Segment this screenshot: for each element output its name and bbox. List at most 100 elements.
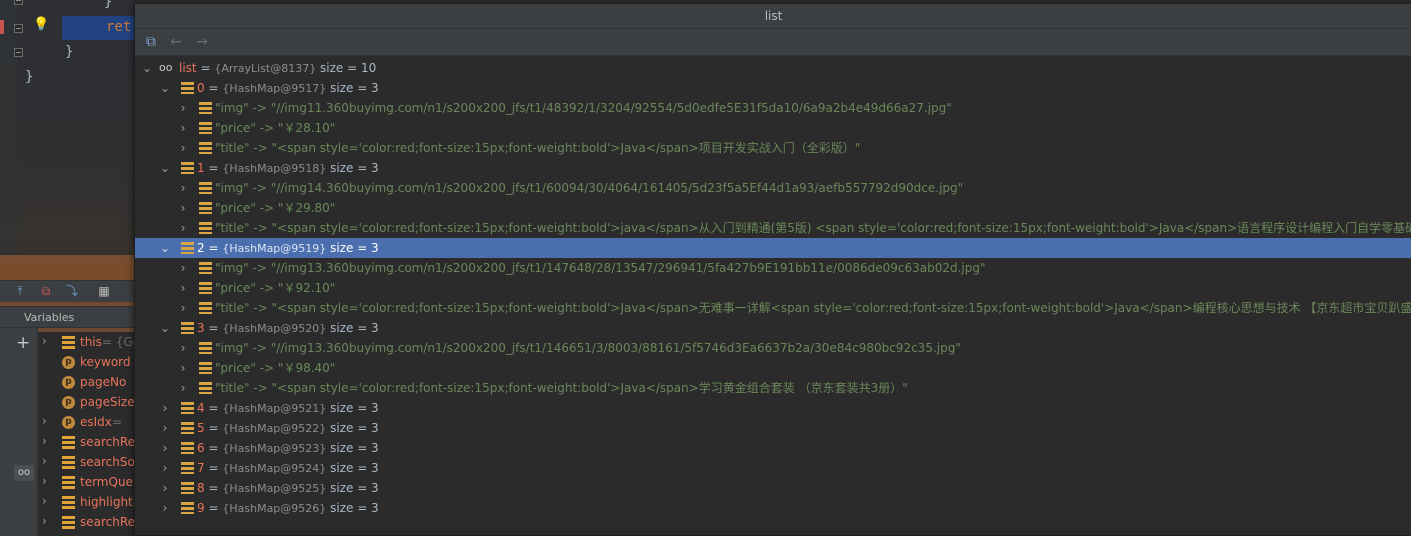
variable-row[interactable]: p pageSize (38, 392, 135, 412)
chevron-right-icon[interactable]: › (159, 478, 171, 498)
chevron-right-icon[interactable]: › (42, 434, 47, 448)
chevron-down-icon[interactable]: ⌄ (159, 238, 171, 258)
chevron-right-icon[interactable]: › (177, 138, 189, 158)
tree-row-entry[interactable]: › "title" -> "<span style='color:red;font… (135, 218, 1411, 238)
tree-row-item[interactable]: ⌄ 0 = {HashMap@9517} size = 3 (135, 78, 1411, 98)
step-out-icon[interactable]: ⤒ (12, 283, 28, 299)
tree-row-entry[interactable]: › "title" -> "<span style='color:red;font… (135, 138, 1411, 158)
tree-row-item[interactable]: › 4 = {HashMap@9521} size = 3 (135, 398, 1411, 418)
chevron-right-icon[interactable]: › (177, 198, 189, 218)
tree-row-entry[interactable]: › "img" -> "//img13.360buyimg.com/n1/s200… (135, 258, 1411, 278)
tree-row-root[interactable]: ⌄ oo list = {ArrayList@8137} size = 10 (135, 58, 1411, 78)
type-label: {HashMap@9526} (222, 502, 327, 515)
tree-row-item[interactable]: ⌄ 3 = {HashMap@9520} size = 3 (135, 318, 1411, 338)
popup-toolbar: ⧉ ← → (135, 29, 1411, 56)
popup-title-bar[interactable]: list (135, 4, 1411, 29)
field-icon (181, 82, 194, 94)
chevron-right-icon[interactable]: › (177, 258, 189, 278)
chevron-right-icon[interactable]: › (177, 278, 189, 298)
evaluate-expression-icon[interactable]: ▦ (96, 283, 112, 299)
type-label: {HashMap@9524} (222, 462, 327, 475)
tree-row-entry[interactable]: › "title" -> "<span style='color:red;font… (135, 298, 1411, 318)
back-arrow-icon[interactable]: ← (167, 34, 185, 50)
chevron-right-icon[interactable]: › (42, 474, 47, 488)
entry-icon (199, 182, 212, 194)
tree-row-entry[interactable]: › "price" -> "￥29.80" (135, 198, 1411, 218)
variable-row[interactable]: › highlightI (38, 492, 135, 512)
entry-label: "price" -> "￥29.80" (215, 201, 335, 215)
fold-marker-icon[interactable] (14, 24, 23, 33)
variable-name: highlightI (80, 495, 135, 509)
tree-row-entry[interactable]: › "img" -> "//img13.360buyimg.com/n1/s200… (135, 338, 1411, 358)
chevron-right-icon[interactable]: › (159, 418, 171, 438)
tree-row-item[interactable]: › 6 = {HashMap@9523} size = 3 (135, 438, 1411, 458)
tree-row-entry[interactable]: › "price" -> "￥28.10" (135, 118, 1411, 138)
chevron-down-icon[interactable]: ⌄ (159, 318, 171, 338)
chevron-right-icon[interactable]: › (177, 218, 189, 238)
field-icon (181, 162, 194, 174)
size-label: size = 3 (330, 161, 379, 175)
tree-row-label: 0 = {HashMap@9517} size = 3 (197, 81, 379, 96)
add-watch-button[interactable]: + (16, 335, 30, 352)
entry-icon (199, 342, 212, 354)
size-label: size = 3 (330, 481, 379, 495)
chevron-right-icon[interactable]: › (159, 398, 171, 418)
variable-name: searchSo (80, 455, 135, 469)
open-in-window-icon[interactable]: ⧉ (142, 34, 160, 50)
chevron-right-icon[interactable]: › (159, 438, 171, 458)
chevron-down-icon[interactable]: ⌄ (159, 158, 171, 178)
watches-toggle-icon[interactable]: oo (14, 465, 34, 481)
variable-row[interactable]: p keyword (38, 352, 135, 372)
chevron-right-icon[interactable]: › (42, 454, 47, 468)
variable-row[interactable]: › this = {Go (38, 332, 135, 352)
chevron-right-icon[interactable]: › (177, 298, 189, 318)
tree-row-item[interactable]: ⌄ 2 = {HashMap@9519} size = 3 (135, 238, 1411, 258)
chevron-right-icon[interactable]: › (177, 178, 189, 198)
entry-value: "//img13.360buyimg.com/n1/s200x200_jfs/t… (270, 261, 986, 275)
tree-row-entry[interactable]: › "title" -> "<span style='color:red;font… (135, 378, 1411, 398)
tree-row-entry[interactable]: › "price" -> "￥98.40" (135, 358, 1411, 378)
drop-frame-icon[interactable]: ⧉ (38, 283, 54, 299)
tree-row-item[interactable]: ⌄ 1 = {HashMap@9518} size = 3 (135, 158, 1411, 178)
variable-row[interactable]: › searchRe (38, 432, 135, 452)
chevron-right-icon[interactable]: › (159, 498, 171, 518)
chevron-right-icon[interactable]: › (177, 98, 189, 118)
run-to-cursor-icon[interactable]: ⤵ (64, 283, 80, 299)
chevron-right-icon[interactable]: › (159, 458, 171, 478)
param-icon: p (62, 356, 75, 369)
chevron-right-icon[interactable]: › (177, 338, 189, 358)
chevron-right-icon[interactable]: › (42, 514, 47, 528)
tree-row-item[interactable]: › 8 = {HashMap@9525} size = 3 (135, 478, 1411, 498)
chevron-down-icon[interactable]: ⌄ (159, 78, 171, 98)
chevron-right-icon[interactable]: › (177, 358, 189, 378)
variable-row[interactable]: › p esIdx = (38, 412, 135, 432)
field-icon (62, 436, 75, 449)
chevron-right-icon[interactable]: › (177, 378, 189, 398)
variable-row[interactable]: p pageNo (38, 372, 135, 392)
field-icon (62, 456, 75, 469)
tree-row-item[interactable]: › 9 = {HashMap@9526} size = 3 (135, 498, 1411, 518)
entry-key: "title" -> (215, 141, 272, 155)
tree-row-item[interactable]: › 7 = {HashMap@9524} size = 3 (135, 458, 1411, 478)
variable-row[interactable]: › termQuer (38, 472, 135, 492)
code-editor[interactable]: 💡 } ret } } (0, 0, 135, 255)
type-label: {HashMap@9520} (222, 322, 327, 335)
fold-marker-icon[interactable] (14, 48, 23, 57)
entry-key: "price" -> (215, 361, 278, 375)
chevron-right-icon[interactable]: › (177, 118, 189, 138)
tree-row-item[interactable]: › 5 = {HashMap@9522} size = 3 (135, 418, 1411, 438)
tree-row-entry[interactable]: › "img" -> "//img14.360buyimg.com/n1/s200… (135, 178, 1411, 198)
forward-arrow-icon[interactable]: → (193, 34, 211, 50)
chevron-right-icon[interactable]: › (42, 414, 47, 428)
fold-marker-icon[interactable] (14, 0, 23, 5)
variable-value: = (112, 415, 123, 429)
chevron-right-icon[interactable]: › (42, 334, 47, 348)
variable-row[interactable]: › searchRe (38, 512, 135, 532)
chevron-down-icon[interactable]: ⌄ (141, 58, 153, 78)
chevron-right-icon[interactable]: › (42, 494, 47, 508)
tree-row-entry[interactable]: › "img" -> "//img11.360buyimg.com/n1/s200… (135, 98, 1411, 118)
size-label: size = 3 (330, 241, 379, 255)
lightbulb-icon[interactable]: 💡 (33, 17, 49, 33)
variable-row[interactable]: › searchSo (38, 452, 135, 472)
tree-row-entry[interactable]: › "price" -> "￥92.10" (135, 278, 1411, 298)
